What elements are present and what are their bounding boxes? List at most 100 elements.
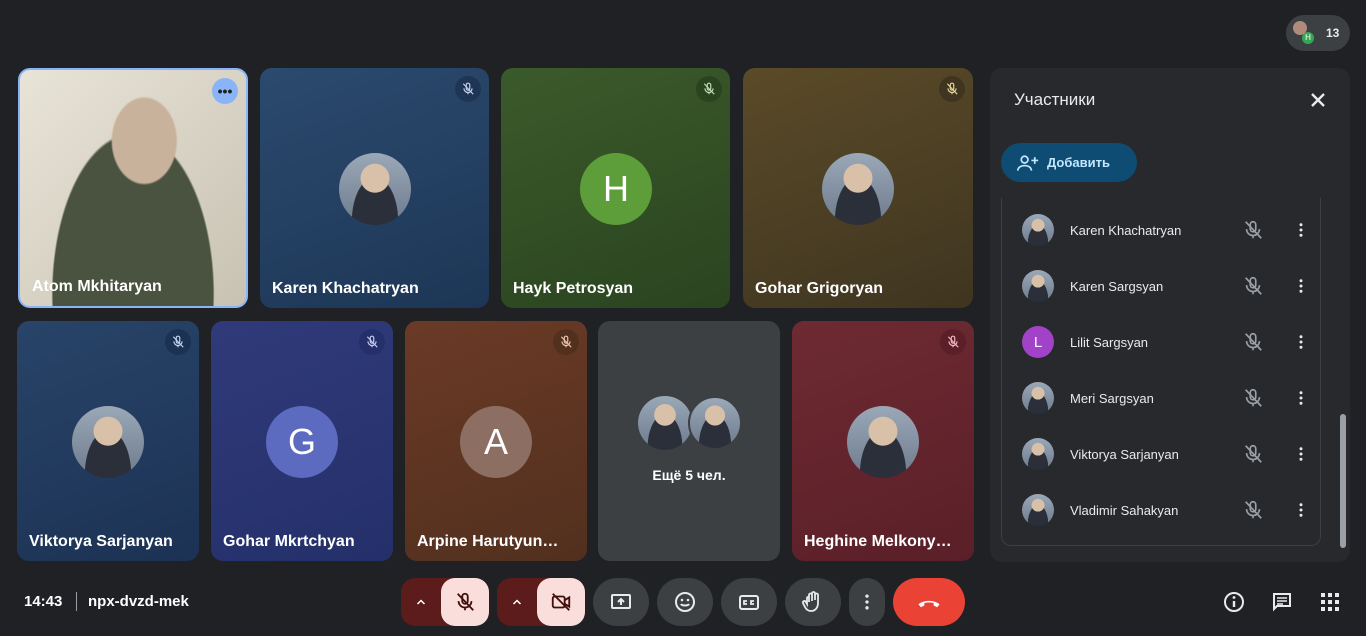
- avatar: [638, 396, 692, 450]
- close-icon[interactable]: [1306, 88, 1330, 112]
- participant-name: Lilit Sargsyan: [1070, 334, 1149, 350]
- tile-name: Arpine Harutyunyan: [417, 533, 567, 550]
- video-tile[interactable]: Heghine Melkonyan: [792, 321, 974, 561]
- list-item[interactable]: Karen Khachatryan: [1002, 202, 1320, 258]
- list-item[interactable]: Vladimir Sahakyan: [1002, 482, 1320, 538]
- more-options-button[interactable]: [849, 578, 885, 626]
- add-participant-button[interactable]: Добавить: [1001, 143, 1137, 182]
- emoji-icon: [675, 592, 695, 612]
- mic-off-icon: [165, 329, 191, 355]
- tile-name: Karen Khachatryan: [272, 280, 419, 297]
- list-item[interactable]: Viktorya Sarjanyan: [1002, 426, 1320, 482]
- more-options-icon[interactable]: •••: [212, 78, 238, 104]
- add-participant-label: Добавить: [1047, 155, 1110, 170]
- mic-off-icon[interactable]: [1242, 275, 1264, 297]
- reactions-button[interactable]: [657, 578, 713, 626]
- leave-call-button[interactable]: [893, 578, 965, 626]
- more-vert-icon[interactable]: [1292, 333, 1310, 351]
- avatar: H: [580, 153, 652, 225]
- mic-off-icon[interactable]: [1242, 443, 1264, 465]
- divider: [76, 592, 77, 611]
- avatar: H: [1302, 32, 1314, 44]
- camera-control-group: [497, 578, 585, 626]
- more-participants-tile[interactable]: Ещё 5 чел.: [598, 321, 780, 561]
- activities-icon[interactable]: [1318, 590, 1342, 614]
- mic-off-icon: [457, 592, 474, 611]
- raise-hand-button[interactable]: [785, 578, 841, 626]
- more-vert-icon[interactable]: [1292, 277, 1310, 295]
- captions-icon: [739, 595, 759, 610]
- participant-name: Karen Khachatryan: [1070, 222, 1182, 238]
- more-participants-label: Ещё 5 чел.: [652, 467, 726, 483]
- tile-name: Gohar Grigoryan: [755, 280, 884, 297]
- tile-name: Atom Mkhitaryan: [32, 278, 162, 295]
- list-item[interactable]: Karen Sargsyan: [1002, 258, 1320, 314]
- chat-icon[interactable]: [1270, 590, 1294, 614]
- participant-name: Viktorya Sarjanyan: [1070, 446, 1179, 462]
- avatar: [1022, 270, 1054, 302]
- camera-off-icon: [551, 593, 571, 611]
- tile-name: Viktorya Sarjanyan: [29, 533, 173, 550]
- add-person-icon: [1017, 154, 1039, 171]
- mic-off-icon: [455, 76, 481, 102]
- more-vert-icon[interactable]: [1292, 389, 1310, 407]
- avatar: [339, 153, 411, 225]
- video-tile-self[interactable]: ••• Atom Mkhitaryan: [18, 68, 248, 308]
- mic-off-icon[interactable]: [1242, 219, 1264, 241]
- participant-name: Karen Sargsyan: [1070, 278, 1164, 294]
- tile-name: Hayk Petrosyan: [513, 280, 634, 297]
- video-tile[interactable]: Viktorya Sarjanyan: [17, 321, 199, 561]
- list-item[interactable]: L Lilit Sargsyan: [1002, 314, 1320, 370]
- video-tile[interactable]: H Hayk Petrosyan: [501, 68, 730, 308]
- mic-off-icon: [939, 76, 965, 102]
- scrollbar[interactable]: [1340, 414, 1346, 548]
- mic-toggle-button[interactable]: [441, 578, 489, 626]
- participants-chip[interactable]: H 13: [1286, 15, 1350, 51]
- mic-off-icon: [359, 329, 385, 355]
- avatar: [688, 396, 742, 450]
- more-vert-icon[interactable]: [1292, 445, 1310, 463]
- mic-off-icon[interactable]: [1242, 331, 1264, 353]
- participants-panel: Участники Добавить Karen Khachatryan Kar…: [990, 68, 1350, 562]
- avatar: A: [460, 406, 532, 478]
- chevron-up-icon: [416, 599, 426, 605]
- participants-avatar-stack: H: [1292, 20, 1318, 46]
- hang-up-icon: [918, 600, 940, 608]
- present-screen-button[interactable]: [593, 578, 649, 626]
- video-tile[interactable]: Gohar Grigoryan: [743, 68, 973, 308]
- more-vert-icon[interactable]: [1292, 501, 1310, 519]
- participant-name: Vladimir Sahakyan: [1070, 502, 1179, 518]
- avatar: [1022, 382, 1054, 414]
- mic-off-icon[interactable]: [1242, 387, 1264, 409]
- meeting-code: npx-dvzd-mek: [88, 593, 189, 610]
- mic-off-icon: [553, 329, 579, 355]
- mic-control-group: [401, 578, 489, 626]
- mic-options-button[interactable]: [401, 578, 441, 626]
- list-item[interactable]: Meri Sargsyan: [1002, 370, 1320, 426]
- mic-off-icon[interactable]: [1242, 499, 1264, 521]
- video-tile[interactable]: G Gohar Mkrtchyan: [211, 321, 393, 561]
- tile-name: Heghine Melkonyan: [804, 533, 954, 550]
- mic-off-icon: [940, 329, 966, 355]
- present-screen-icon: [611, 594, 631, 609]
- participants-list: Karen Khachatryan Karen Sargsyan L Lilit…: [1001, 198, 1321, 546]
- avatar: L: [1022, 326, 1054, 358]
- participant-count: 13: [1326, 26, 1340, 40]
- hand-icon: [802, 591, 819, 612]
- avatar: [72, 406, 144, 478]
- info-icon[interactable]: [1222, 590, 1246, 614]
- video-tile[interactable]: Karen Khachatryan: [260, 68, 489, 308]
- avatar: G: [266, 406, 338, 478]
- captions-button[interactable]: [721, 578, 777, 626]
- video-tile[interactable]: A Arpine Harutyunyan: [405, 321, 587, 561]
- panel-title: Участники: [1014, 90, 1096, 109]
- camera-toggle-button[interactable]: [537, 578, 585, 626]
- tile-name: Gohar Mkrtchyan: [223, 533, 355, 550]
- avatar: [1022, 438, 1054, 470]
- avatar: [847, 406, 919, 478]
- more-vert-icon[interactable]: [1292, 221, 1310, 239]
- camera-options-button[interactable]: [497, 578, 537, 626]
- avatar: [1022, 494, 1054, 526]
- mic-off-icon: [696, 76, 722, 102]
- participant-name: Meri Sargsyan: [1070, 390, 1154, 406]
